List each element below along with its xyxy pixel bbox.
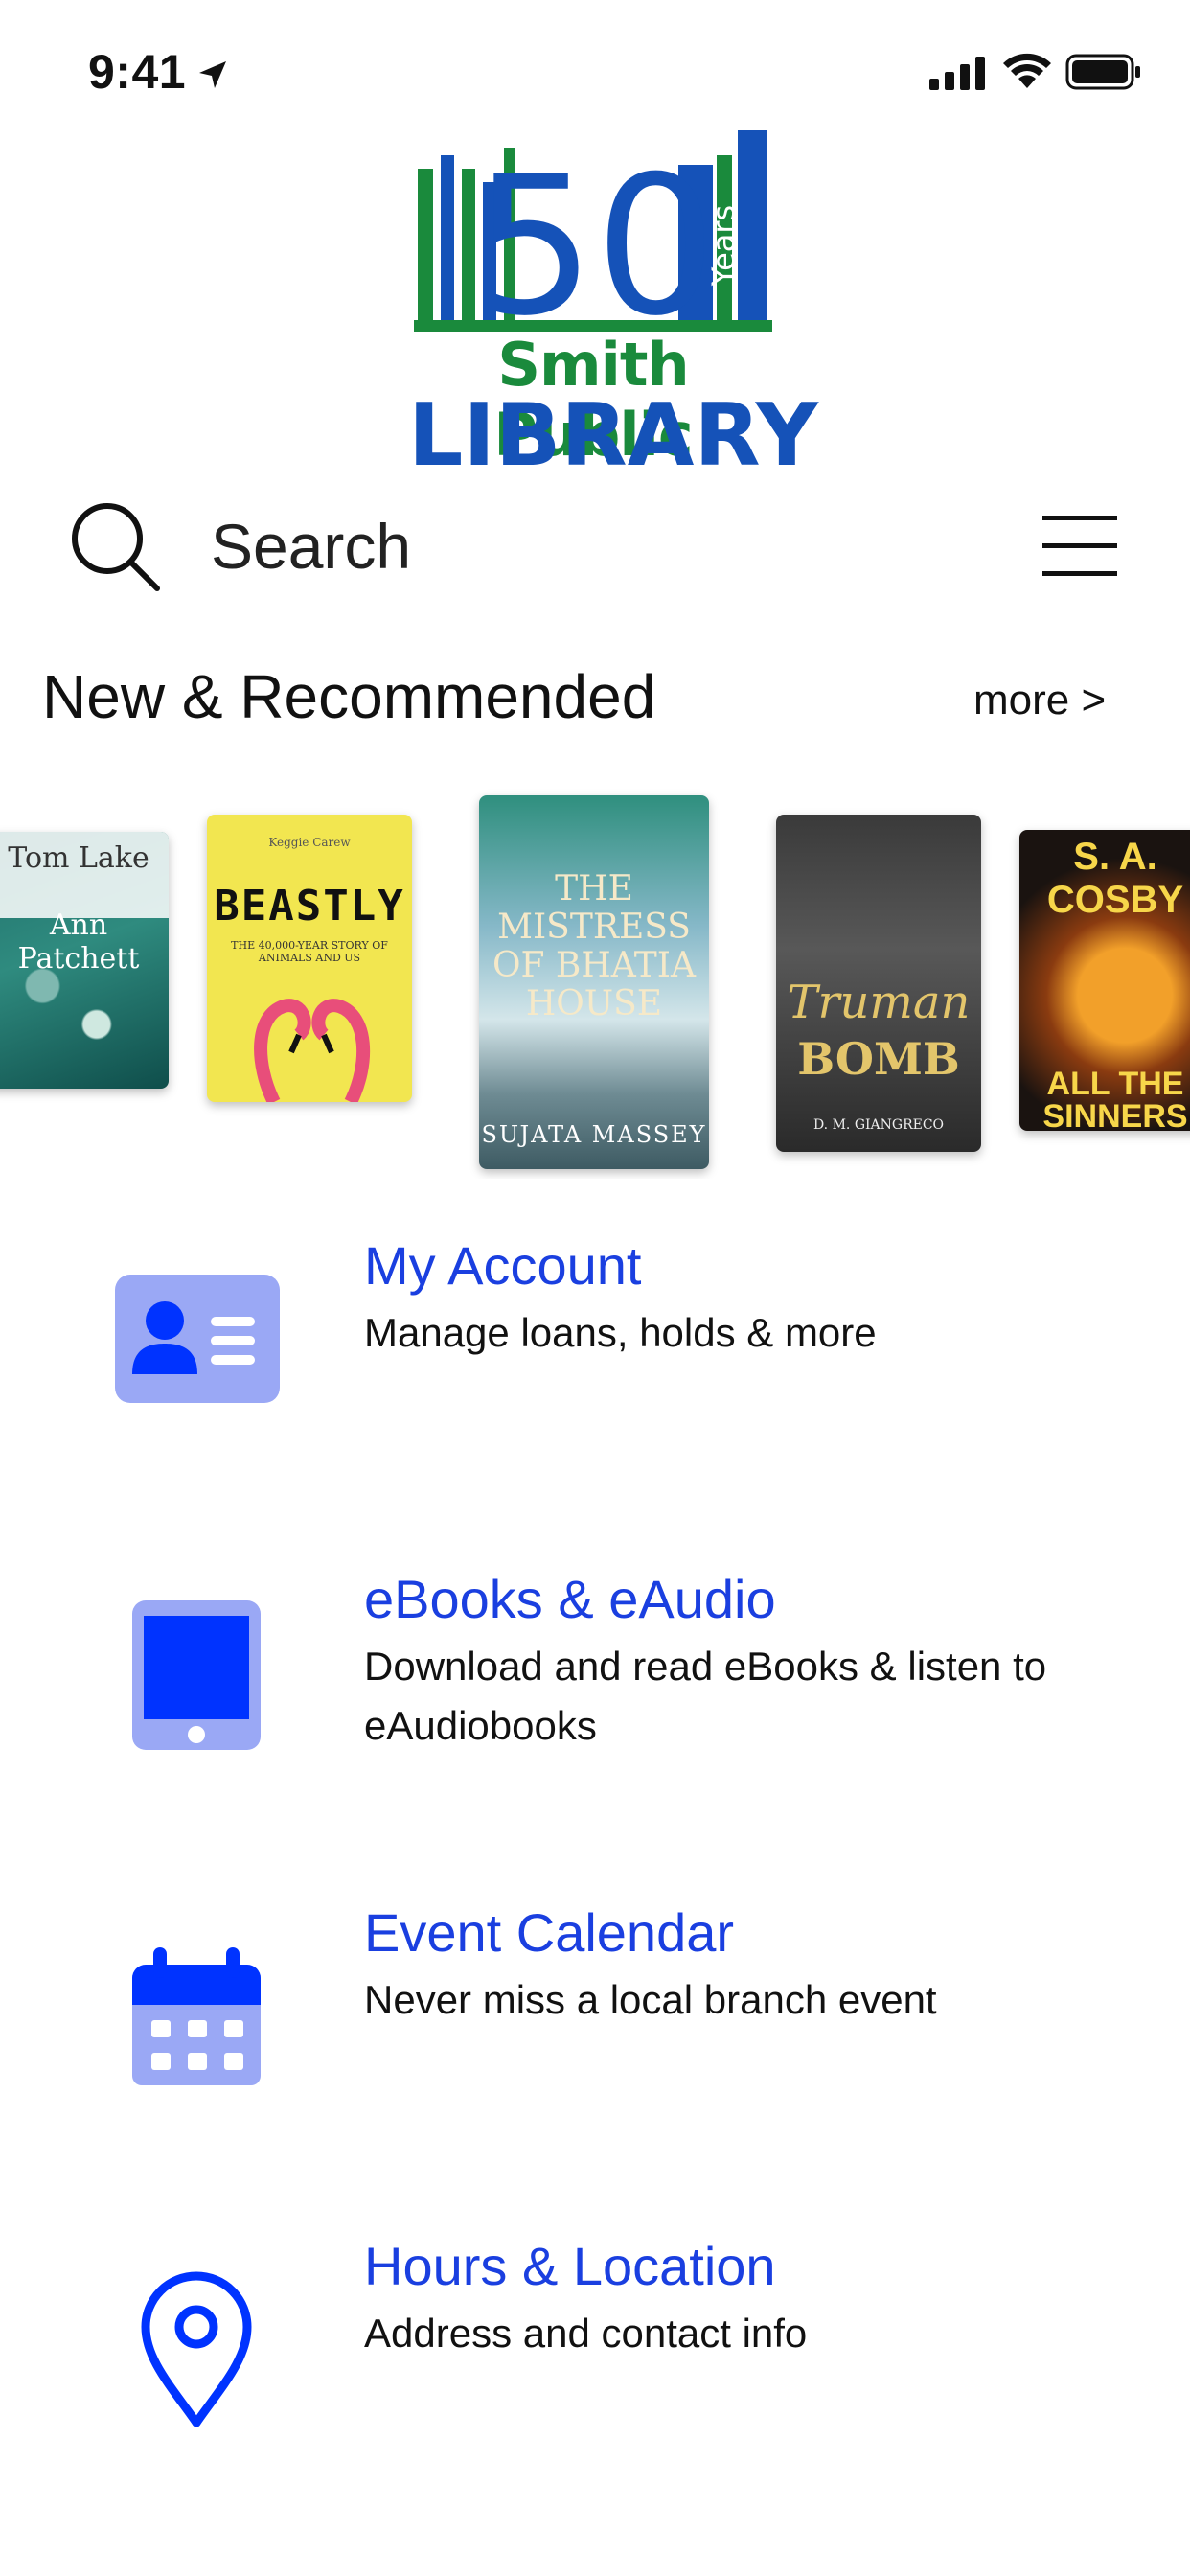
- battery-icon: [1065, 54, 1140, 90]
- status-time: 9:41: [88, 45, 187, 99]
- book-title-2: BOMB: [797, 1033, 960, 1085]
- book-carousel[interactable]: Tom Lake Ann Patchett Keggie Carew BEAST…: [0, 786, 1190, 1179]
- hamburger-menu-icon[interactable]: [1039, 508, 1121, 585]
- book-author: D. M. GIANGRECO: [812, 1117, 945, 1133]
- cellular-signal-icon: [929, 57, 985, 90]
- menu-item-title: eBooks & eAudio: [364, 1569, 776, 1629]
- menu-item-title: My Account: [364, 1235, 642, 1296]
- menu-item-description: Download and read eBooks & listen to eAu…: [364, 1644, 1047, 1748]
- location-pin-icon: [141, 2271, 252, 2426]
- menu-item-event-calendar[interactable]: Event Calendar Never miss a local branch…: [0, 1901, 1190, 2189]
- menu-item-my-account[interactable]: My Account Manage loans, holds & more: [0, 1234, 1190, 1522]
- book-author: Keggie Carew: [268, 836, 351, 849]
- book-title: THE MISTRESS OF BHATIA HOUSE: [492, 869, 697, 1024]
- more-link[interactable]: more >: [973, 677, 1106, 724]
- book-cover[interactable]: Keggie Carew BEASTLY THE 40,000-YEAR STO…: [207, 815, 412, 1102]
- menu-item-title: Event Calendar: [364, 1902, 735, 1963]
- book-title: Tom Lake: [8, 841, 149, 875]
- logo-number: 50: [473, 135, 718, 341]
- flamingo-illustration: [254, 999, 371, 1102]
- book-author: S. A. COSBY: [1046, 836, 1184, 921]
- search-icon[interactable]: [67, 498, 163, 594]
- book-cover[interactable]: Truman BOMB D. M. GIANGRECO: [776, 815, 981, 1152]
- calendar-icon: [132, 1947, 261, 2085]
- book-title: Truman: [787, 976, 971, 1029]
- menu-item-hours-location[interactable]: Hours & Location Address and contact inf…: [0, 2235, 1190, 2522]
- tablet-icon: [132, 1600, 261, 1750]
- menu-item-ebooks[interactable]: eBooks & eAudio Download and read eBooks…: [0, 1568, 1190, 1855]
- location-arrow-icon: [199, 61, 226, 88]
- book-title: BEASTLY: [214, 882, 405, 931]
- book-cover[interactable]: S. A. COSBY ALL THE SINNERS BLEED: [1019, 830, 1190, 1131]
- logo-line-2: LIBRARY: [408, 385, 818, 486]
- logo-years: Years: [705, 205, 742, 287]
- account-card-icon: [115, 1275, 280, 1403]
- book-cover[interactable]: Tom Lake Ann Patchett: [0, 832, 169, 1089]
- search-input[interactable]: [211, 506, 958, 586]
- library-logo: 50 Years Smith Public LIBRARY: [408, 121, 818, 486]
- library-home-screen: 9:41 50 Years Smith Public LIBRARY Searc…: [0, 0, 1190, 2576]
- book-subtitle: THE 40,000-YEAR STORY OF ANIMALS AND US: [231, 939, 388, 964]
- wifi-icon: [1003, 53, 1051, 88]
- section-title: New & Recommended: [42, 662, 656, 731]
- logo-bookshelf-graphic: 50 Years: [414, 130, 772, 358]
- search-bar: [0, 479, 1190, 613]
- menu-item-description: Never miss a local branch event: [364, 1977, 937, 2022]
- menu-item-description: Manage loans, holds & more: [364, 1310, 877, 1355]
- menu-item-title: Hours & Location: [364, 2236, 776, 2296]
- book-author: Ann Patchett: [17, 908, 140, 976]
- book-author: SUJATA MASSEY: [481, 1121, 707, 1148]
- menu-item-description: Address and contact info: [364, 2311, 808, 2356]
- book-cover[interactable]: THE MISTRESS OF BHATIA HOUSE SUJATA MASS…: [479, 795, 709, 1169]
- book-title: ALL THE SINNERS BLEED: [1042, 1066, 1188, 1131]
